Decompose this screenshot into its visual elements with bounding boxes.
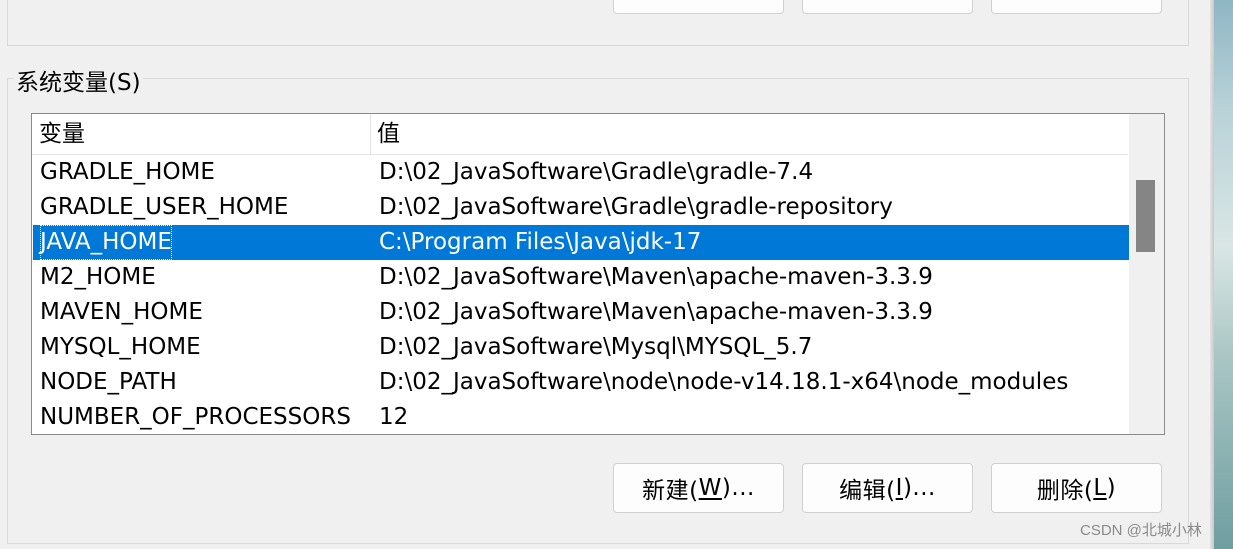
variable-name: NODE_PATH xyxy=(40,369,177,395)
variable-value: D:\02_JavaSoftware\Maven\apache-maven-3.… xyxy=(379,264,933,290)
user-new-button[interactable] xyxy=(613,0,784,14)
variable-name: JAVA_HOME xyxy=(40,225,172,260)
edit-button-label: 编辑( xyxy=(839,478,896,504)
delete-button[interactable]: 删除(L) xyxy=(991,463,1162,513)
variable-value: 12 xyxy=(379,404,409,430)
variable-value: D:\02_JavaSoftware\Mysql\MYSQL_5.7 xyxy=(379,334,813,360)
user-edit-button[interactable] xyxy=(802,0,973,14)
variable-name: MAVEN_HOME xyxy=(40,299,203,325)
table-row[interactable]: NUMBER_OF_PROCESSORS 12 xyxy=(33,400,1129,434)
delete-button-label: 删除( xyxy=(1036,478,1094,504)
delete-button-accesskey: L xyxy=(1093,475,1107,501)
new-button-ellipsis: )... xyxy=(721,475,755,501)
table-row[interactable]: NODE_PATH D:\02_JavaSoftware\node\node-v… xyxy=(33,365,1129,400)
delete-button-suffix: ) xyxy=(1106,475,1117,501)
variable-value: D:\02_JavaSoftware\Gradle\gradle-reposit… xyxy=(379,194,893,220)
edit-button-ellipsis: )... xyxy=(902,475,936,501)
desktop-wallpaper xyxy=(1214,0,1233,549)
variable-value: C:\Program Files\Java\jdk-17 xyxy=(379,229,702,255)
scrollbar-thumb[interactable] xyxy=(1136,180,1155,252)
column-header-variable[interactable]: 变量 xyxy=(32,114,85,155)
system-variables-list[interactable]: 变量 值 GRADLE_HOME D:\02_JavaSoftware\Grad… xyxy=(31,113,1165,435)
table-row[interactable]: M2_HOME D:\02_JavaSoftware\Maven\apache-… xyxy=(33,260,1129,295)
user-delete-button[interactable] xyxy=(991,0,1162,14)
table-row[interactable]: MAVEN_HOME D:\02_JavaSoftware\Maven\apac… xyxy=(33,295,1129,330)
variable-name: NUMBER_OF_PROCESSORS xyxy=(40,404,351,430)
variable-name: MYSQL_HOME xyxy=(40,334,201,360)
variable-name: GRADLE_HOME xyxy=(40,159,215,185)
table-row[interactable]: GRADLE_USER_HOME D:\02_JavaSoftware\Grad… xyxy=(33,190,1129,225)
group-title: 系统变量(S) xyxy=(14,63,143,97)
column-header-value[interactable]: 值 xyxy=(370,114,400,155)
variable-name: M2_HOME xyxy=(40,264,156,290)
table-row[interactable]: MYSQL_HOME D:\02_JavaSoftware\Mysql\MYSQ… xyxy=(33,330,1129,365)
new-button-accesskey: W xyxy=(698,475,722,501)
variable-value: D:\02_JavaSoftware\Maven\apache-maven-3.… xyxy=(379,299,933,325)
variable-value: D:\02_JavaSoftware\node\node-v14.18.1-x6… xyxy=(379,369,1069,395)
table-row-selected[interactable]: JAVA_HOME C:\Program Files\Java\jdk-17 xyxy=(33,225,1129,260)
new-button[interactable]: 新建(W)... xyxy=(613,463,784,513)
dialog-edge xyxy=(1210,0,1214,549)
watermark: CSDN @北城小林 xyxy=(1080,522,1202,539)
variable-name: GRADLE_USER_HOME xyxy=(40,194,289,220)
edit-button-accesskey: I xyxy=(895,475,903,501)
table-row[interactable]: GRADLE_HOME D:\02_JavaSoftware\Gradle\gr… xyxy=(33,155,1129,190)
list-header: 变量 值 xyxy=(32,114,1128,155)
variable-value: D:\02_JavaSoftware\Gradle\gradle-7.4 xyxy=(379,159,814,185)
new-button-label: 新建( xyxy=(642,478,699,504)
vertical-scrollbar[interactable] xyxy=(1129,114,1164,434)
edit-button[interactable]: 编辑(I)... xyxy=(802,463,973,513)
